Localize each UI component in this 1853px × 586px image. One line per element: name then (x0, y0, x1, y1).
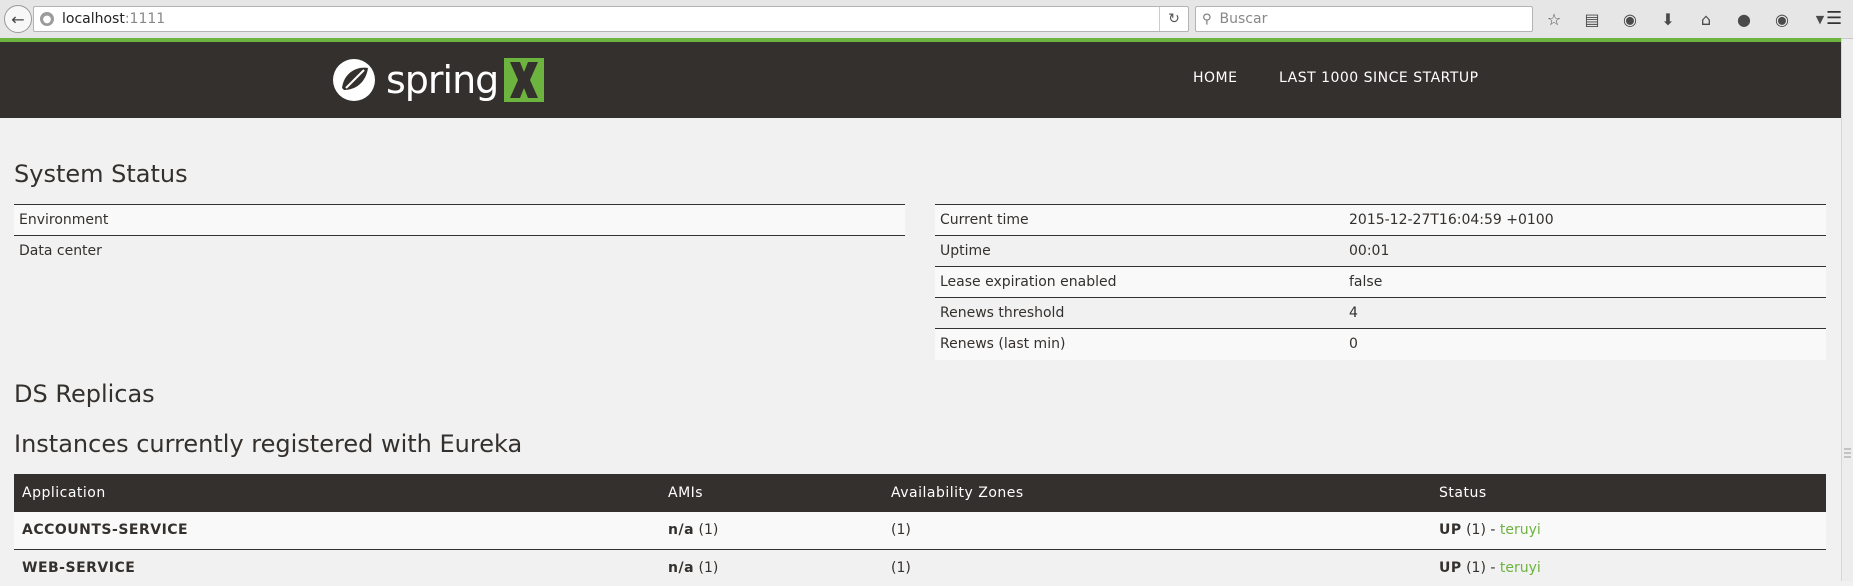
status-table-left: Environment Data center (14, 204, 905, 267)
amis-value: n/a (668, 522, 695, 539)
status-label: Uptime (940, 243, 991, 259)
table-row: WEB-SERVICE n/a (1) (1) UP (1) - teruyi (14, 549, 1826, 586)
system-status-title: System Status (14, 160, 188, 188)
download-icon[interactable]: ⬇ (1657, 8, 1679, 30)
reload-icon[interactable]: ↻ (1159, 7, 1188, 31)
status-value: false (1349, 274, 1383, 290)
instance-link[interactable]: teruyi (1500, 560, 1541, 576)
nav-last-1000[interactable]: LAST 1000 SINCE STARTUP (1279, 70, 1479, 86)
col-availability-zones: Availability Zones (891, 485, 1024, 501)
status-table-right: Current time 2015-12-27T16:04:59 +0100 U… (935, 204, 1826, 360)
search-input[interactable] (1217, 10, 1512, 28)
table-header: Application AMIs Availability Zones Stat… (14, 474, 1826, 512)
amis-value: n/a (668, 559, 695, 576)
status-value: 4 (1349, 305, 1358, 321)
menu-icon[interactable]: ☰ (1826, 8, 1842, 29)
status-count: (1) - (1461, 522, 1500, 539)
amis-count: (1) (694, 522, 719, 539)
scrollbar-grip-icon[interactable] (1844, 444, 1851, 462)
amis-count: (1) (694, 559, 719, 576)
zones-cell: (1) (891, 559, 911, 576)
status-label: Data center (19, 243, 102, 260)
table-row: ACCOUNTS-SERVICE n/a (1) (1) UP (1) - te… (14, 512, 1826, 549)
status-label: Lease expiration enabled (940, 274, 1117, 290)
navbar: spring HOME LAST 1000 SINCE STARTUP (0, 42, 1841, 118)
status-value: 0 (1349, 336, 1358, 353)
col-amis: AMIs (668, 485, 704, 501)
table-row: Renews (last min) 0 (935, 328, 1826, 360)
back-arrow-icon[interactable]: ← (4, 5, 32, 33)
application-name: ACCOUNTS-SERVICE (22, 522, 189, 539)
browser-toolbar: ← ● localhost:1111 ↻ ⚲ ☆ ▤ ◉ ⬇ ⌂ ● ◉ ▼ ☰ (0, 0, 1853, 39)
home-icon[interactable]: ⌂ (1695, 8, 1717, 30)
spring-logo[interactable]: spring (332, 52, 545, 108)
instances-title: Instances currently registered with Eure… (14, 430, 523, 458)
status-value: 00:01 (1349, 243, 1390, 259)
status-value: 2015-12-27T16:04:59 +0100 (1349, 212, 1554, 228)
ds-replicas-title: DS Replicas (14, 380, 155, 408)
col-application: Application (22, 485, 106, 501)
adblock-icon[interactable]: ◉ (1771, 8, 1793, 30)
col-status: Status (1439, 485, 1487, 501)
globe-icon: ● (40, 12, 54, 26)
amis-cell: n/a (1) (660, 512, 883, 549)
chat-icon[interactable]: ● (1733, 8, 1755, 30)
address-bar[interactable]: ● localhost:1111 ↻ (33, 6, 1189, 32)
status-value: UP (1439, 522, 1462, 539)
table-row: Environment (14, 204, 905, 236)
zones-cell: (1) (891, 522, 911, 539)
status-count: (1) - (1461, 559, 1500, 576)
amis-cell: n/a (1) (660, 549, 883, 586)
x-logo-icon (504, 58, 545, 102)
logo-text: spring (386, 58, 499, 102)
reading-list-icon[interactable]: ▤ (1581, 8, 1603, 30)
status-label: Renews (last min) (940, 336, 1066, 353)
pocket-icon[interactable]: ◉ (1619, 8, 1641, 30)
table-row: Data center (14, 235, 905, 267)
url-host: localhost (62, 11, 125, 27)
status-value: UP (1439, 559, 1462, 576)
search-bar[interactable]: ⚲ (1195, 6, 1533, 32)
status-value (469, 205, 905, 236)
table-row: Current time 2015-12-27T16:04:59 +0100 (935, 204, 1826, 236)
status-value (469, 236, 905, 267)
table-row: Uptime 00:01 (935, 235, 1826, 267)
table-row: Lease expiration enabled false (935, 266, 1826, 298)
instance-link[interactable]: teruyi (1500, 522, 1541, 538)
status-label: Renews threshold (940, 305, 1065, 321)
application-name: WEB-SERVICE (22, 559, 136, 576)
spring-leaf-icon (333, 59, 375, 101)
table-row: Renews threshold 4 (935, 297, 1826, 329)
vertical-scrollbar[interactable] (1841, 39, 1853, 581)
status-cell: UP (1) - teruyi (1431, 512, 1826, 549)
status-label: Environment (19, 212, 109, 228)
nav-home[interactable]: HOME (1193, 70, 1237, 86)
url-text[interactable]: localhost:1111 (62, 11, 165, 27)
status-cell: UP (1) - teruyi (1431, 549, 1826, 586)
instances-table: Application AMIs Availability Zones Stat… (14, 474, 1826, 586)
url-port: :1111 (124, 11, 166, 27)
status-label: Current time (940, 212, 1029, 228)
search-icon: ⚲ (1202, 11, 1212, 27)
star-icon[interactable]: ☆ (1543, 8, 1565, 30)
